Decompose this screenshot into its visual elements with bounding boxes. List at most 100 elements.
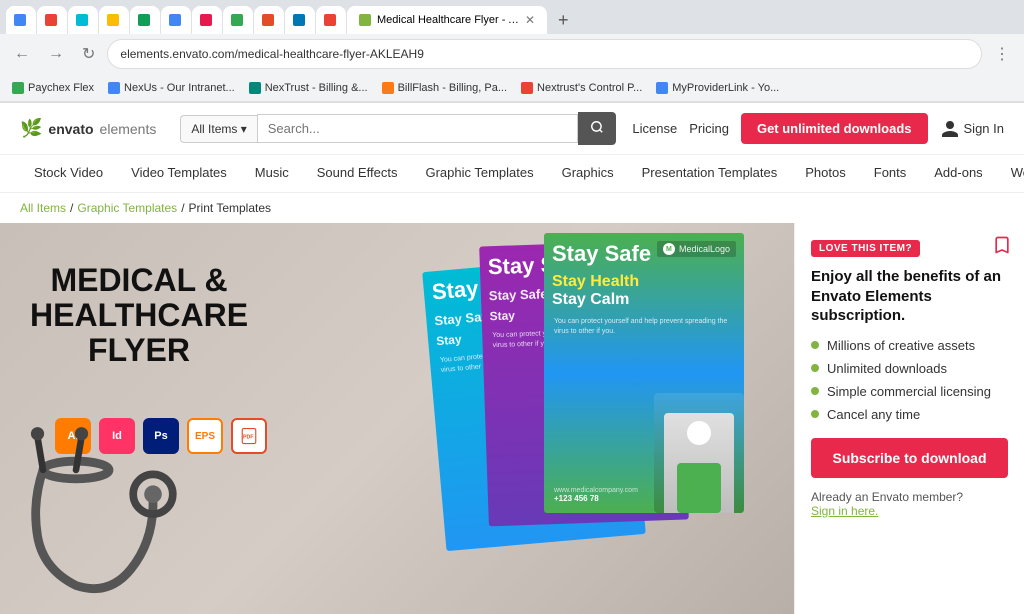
benefit-item-4: Cancel any time — [811, 407, 1008, 422]
tab-h4[interactable] — [223, 6, 253, 34]
already-member-label: Already an Envato member? — [811, 490, 963, 504]
bookmark-nextrust[interactable]: NexTrust - Billing &... — [245, 80, 372, 96]
tab-h2[interactable] — [68, 6, 98, 34]
subscribe-button[interactable]: Subscribe to download — [811, 438, 1008, 478]
tab-c1[interactable] — [37, 6, 67, 34]
nav-fonts[interactable]: Fonts — [860, 155, 921, 192]
search-category-label: All Items — [191, 122, 237, 136]
bookmark-favicon-nextrust — [249, 82, 261, 94]
benefit-label-1: Millions of creative assets — [827, 338, 975, 353]
bookmark-myprovider[interactable]: MyProviderLink - Yo... — [652, 80, 783, 96]
tab-l[interactable] — [130, 6, 160, 34]
bookmark-label-billflash: BillFlash - Billing, Pa... — [398, 82, 507, 94]
bookmark-label-myprovider: MyProviderLink - Yo... — [672, 82, 779, 94]
card3-stay-calm: Stay Calm — [552, 291, 736, 309]
header-right: License Pricing Get unlimited downloads … — [632, 113, 1004, 144]
logo-envato-text: envato — [48, 121, 93, 137]
benefit-dot-1 — [811, 341, 819, 349]
main-content: MEDICAL & HEALTHCARE FLYER Ai Id Ps EPS … — [0, 223, 1024, 614]
product-title-line2: HEALTHCARE — [30, 298, 248, 333]
breadcrumb-sep1: / — [70, 201, 73, 215]
card3-stay-safe: Stay Safe — [552, 241, 651, 267]
product-title-line3: FLYER — [30, 333, 248, 368]
pdf-icon: PDF — [240, 427, 258, 445]
benefit-dot-3 — [811, 387, 819, 395]
browser-chrome: Medical Healthcare Flyer - AKLEAH9 ✕ + ←… — [0, 0, 1024, 103]
bookmark-favicon-billflash — [382, 82, 394, 94]
nav-photos[interactable]: Photos — [791, 155, 859, 192]
tab-h1[interactable] — [6, 6, 36, 34]
bookmark-label-nextrust2: Nextrust's Control P... — [537, 82, 642, 94]
card3-body: You can protect yourself and help preven… — [544, 311, 744, 343]
nav-add-ons[interactable]: Add-ons — [920, 155, 996, 192]
breadcrumb-sep2: / — [181, 201, 184, 215]
benefit-item-3: Simple commercial licensing — [811, 384, 1008, 399]
active-tab-label: Medical Healthcare Flyer - AKLEAH9 — [377, 14, 519, 26]
address-bar[interactable]: elements.envato.com/medical-healthcare-f… — [107, 39, 982, 69]
benefit-label-4: Cancel any time — [827, 407, 920, 422]
tab-close-icon[interactable]: ✕ — [525, 13, 535, 27]
bookmark-favicon-paychex — [12, 82, 24, 94]
card3-logo: M MedicalLogo — [657, 241, 736, 257]
bookmark-label-nexus: NexUs - Our Intranet... — [124, 82, 235, 94]
nav-video-templates[interactable]: Video Templates — [117, 155, 241, 192]
nav-web-templates[interactable]: Web Templates — [997, 155, 1024, 192]
benefits-list: Millions of creative assets Unlimited do… — [811, 338, 1008, 422]
bookmark-nexus[interactable]: NexUs - Our Intranet... — [104, 80, 239, 96]
pricing-link[interactable]: Pricing — [689, 121, 729, 136]
nav-music[interactable]: Music — [241, 155, 303, 192]
product-title: MEDICAL & HEALTHCARE FLYER — [30, 263, 248, 369]
license-link[interactable]: License — [632, 121, 677, 136]
forward-button[interactable]: → — [42, 41, 70, 67]
tab-in[interactable] — [285, 6, 315, 34]
new-tab-button[interactable]: + — [552, 10, 575, 31]
tab-k[interactable] — [161, 6, 191, 34]
tab-h3[interactable] — [192, 6, 222, 34]
bookmark-icon — [992, 235, 1012, 255]
tab-c2[interactable] — [99, 6, 129, 34]
sidebar-heading: Enjoy all the benefits of an Envato Elem… — [811, 267, 1008, 326]
logo-elements-text: elements — [100, 121, 157, 137]
save-bookmark-button[interactable] — [992, 235, 1012, 258]
bookmark-nextrust2[interactable]: Nextrust's Control P... — [517, 80, 646, 96]
nav-stock-video[interactable]: Stock Video — [20, 155, 117, 192]
tab-a[interactable] — [254, 6, 284, 34]
nav-presentation-templates[interactable]: Presentation Templates — [628, 155, 792, 192]
sign-in-here-link[interactable]: Sign in here. — [811, 504, 878, 518]
search-bar: All Items ▾ — [180, 112, 616, 145]
love-badge: LOVE THIS ITEM? — [811, 240, 920, 257]
bookmark-label-nextrust: NexTrust - Billing &... — [265, 82, 368, 94]
bookmark-billflash[interactable]: BillFlash - Billing, Pa... — [378, 80, 511, 96]
tab-h5[interactable] — [316, 6, 346, 34]
get-unlimited-button[interactable]: Get unlimited downloads — [741, 113, 928, 144]
breadcrumb-all-items[interactable]: All Items — [20, 201, 66, 215]
card3-stay-health: Stay Health — [552, 273, 736, 291]
nav-graphic-templates[interactable]: Graphic Templates — [411, 155, 547, 192]
benefit-item-1: Millions of creative assets — [811, 338, 1008, 353]
breadcrumb-graphic-templates[interactable]: Graphic Templates — [77, 201, 177, 215]
logo[interactable]: 🌿 envato elements — [20, 118, 156, 139]
nav-graphics[interactable]: Graphics — [548, 155, 628, 192]
search-input[interactable] — [257, 114, 579, 143]
tab-active-medical[interactable]: Medical Healthcare Flyer - AKLEAH9 ✕ — [347, 6, 547, 34]
bookmark-label-paychex: Paychex Flex — [28, 82, 94, 94]
bookmark-favicon-nexus — [108, 82, 120, 94]
account-icon — [940, 119, 960, 139]
address-text: elements.envato.com/medical-healthcare-f… — [120, 47, 969, 61]
bookmarks-bar: Paychex Flex NexUs - Our Intranet... Nex… — [0, 74, 1024, 102]
flyer-card-3: Stay Safe M MedicalLogo Stay Health Stay… — [544, 233, 744, 513]
flyer-cards: Stay Safe M MedicalLogo Stay Safe Stay Y… — [434, 233, 774, 603]
extensions-button[interactable]: ⋮ — [988, 40, 1016, 68]
back-button[interactable]: ← — [8, 41, 36, 67]
reload-button[interactable]: ↻ — [76, 40, 101, 68]
account-button[interactable]: Sign In — [940, 119, 1004, 139]
breadcrumb-current: Print Templates — [189, 201, 271, 215]
sign-in-label: Sign In — [964, 121, 1004, 136]
browser-toolbar: ← → ↻ elements.envato.com/medical-health… — [0, 34, 1024, 74]
bookmark-paychex[interactable]: Paychex Flex — [8, 80, 98, 96]
nav-sound-effects[interactable]: Sound Effects — [303, 155, 412, 192]
bookmark-favicon-myprovider — [656, 82, 668, 94]
search-category-dropdown[interactable]: All Items ▾ — [180, 115, 256, 143]
search-button[interactable] — [578, 112, 616, 145]
svg-text:PDF: PDF — [243, 434, 254, 440]
